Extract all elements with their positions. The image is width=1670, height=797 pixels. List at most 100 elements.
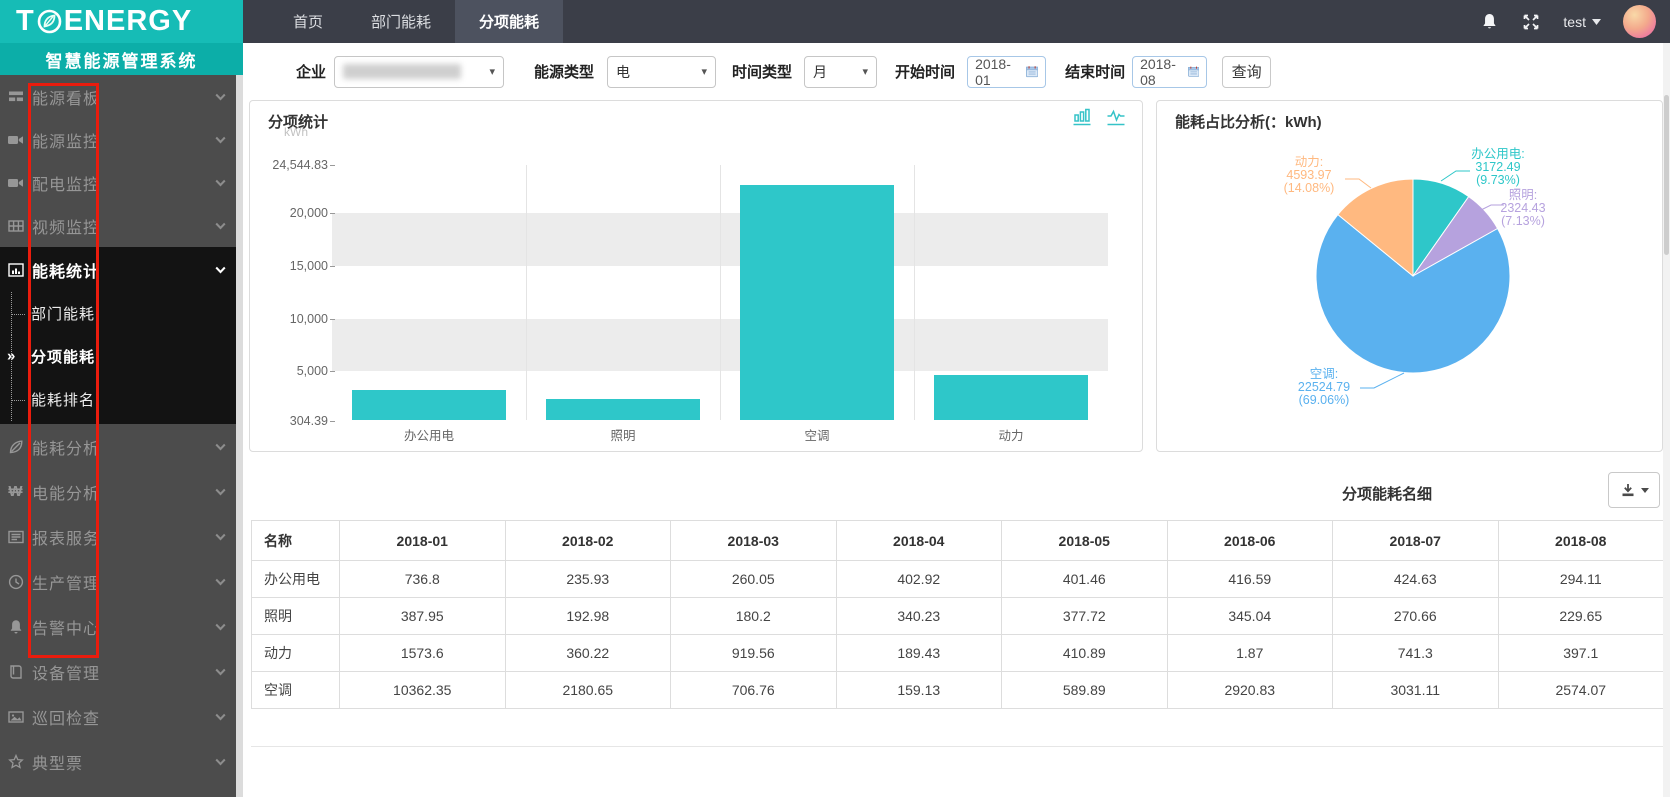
table-row: 动力1573.6360.22919.56189.43410.891.87741.… [252,635,1664,672]
chevron-down-icon [215,266,226,274]
row-name-cell: 办公用电 [252,561,340,598]
calendar-icon [1026,65,1038,78]
export-button[interactable] [1608,472,1660,508]
sidebar-item-video-monitor[interactable]: 视频监控 [0,204,236,247]
y-tick-mark [330,371,335,372]
value-cell: 10362.35 [340,672,506,709]
value-cell: 260.05 [671,561,837,598]
start-time-input[interactable]: 2018-01 [967,56,1046,88]
x-category-label: 空调 [720,425,914,444]
sidebar-subitem-dept-energy[interactable]: 部门能耗 [0,292,236,335]
time-type-select[interactable]: 月 ▾ [804,56,877,88]
table-row: 照明387.95192.98180.2340.23377.72345.04270… [252,598,1664,635]
value-cell: 706.76 [671,672,837,709]
sidebar-item-energy-monitor[interactable]: 能源监控 [0,118,236,161]
pie-chart: 办公用电:3172.49(9.73%)照明:2324.43(7.13%)空调:2… [1157,101,1662,451]
bar-plot-area [332,165,1108,421]
value-cell: 235.93 [505,561,671,598]
logo-prefix: T [16,5,35,38]
avatar[interactable] [1623,5,1656,38]
line-chart-toggle-icon[interactable] [1104,106,1128,128]
chevron-down-icon [215,758,226,766]
pie-leader-line [1441,171,1470,181]
end-time-input[interactable]: 2018-08 [1132,56,1207,88]
chevron-down-icon [215,93,226,101]
value-cell: 589.89 [1002,672,1168,709]
page-scrollbar[interactable] [1663,43,1670,797]
brand-logo: T ENERGY [0,0,243,43]
camera-icon [7,131,24,148]
grid-line [720,165,721,420]
bar-办公用电 [352,390,506,420]
column-header: 2018-04 [836,521,1002,561]
chevron-down-icon [215,179,226,187]
image-icon [7,708,24,725]
energy-ratio-panel: 能耗占比分析(：kWh) 办公用电:3172.49(9.73%)照明:2324.… [1156,100,1663,452]
bell-icon[interactable] [1479,12,1499,32]
sidebar-subitem-energy-ranking[interactable]: 能耗排名 [0,378,236,421]
chevron-down-icon [215,533,226,541]
chevron-down-icon [215,136,226,144]
chevron-down-icon [215,443,226,451]
chevron-down-icon [215,578,226,586]
sidebar-item-energy-analysis[interactable]: 能耗分析 [0,424,236,469]
user-menu[interactable]: test [1563,14,1601,30]
pie-label-办公用电: 办公用电:3172.49(9.73%) [1471,146,1524,187]
chevron-down-icon [215,488,226,496]
sidebar-item-patrol-inspection[interactable]: 巡回检查 [0,694,236,739]
sidebar-item-report-service[interactable]: 报表服务 [0,514,236,559]
value-cell: 377.72 [1002,598,1168,635]
y-tick-mark [330,165,335,166]
time-type-label: 时间类型 [732,61,792,82]
bar-动力 [934,375,1088,420]
filter-bar: 企业 ▾ 能源类型 电 ▾ 时间类型 月 ▾ 开始时间 2018-01 结束时间… [243,43,1670,100]
star-icon [7,753,24,770]
row-name-cell: 空调 [252,672,340,709]
tab-department-energy[interactable]: 部门能耗 [347,0,455,43]
caret-down-icon: ▾ [702,65,708,78]
value-cell: 736.8 [340,561,506,598]
dashboard-icon [7,88,24,105]
chart-image-icon [7,261,24,278]
clock-icon [7,573,24,590]
y-tick-mark [330,421,335,422]
table-row: 办公用电736.8235.93260.05402.92401.46416.594… [252,561,1664,598]
tab-home[interactable]: 首页 [269,0,347,43]
download-icon [1620,483,1636,498]
sidebar-item-power-analysis[interactable]: ₩电能分析 [0,469,236,514]
sidebar-item-alarm-center[interactable]: 告警中心 [0,604,236,649]
sidebar-item-energy-stats[interactable]: 能耗统计 [0,247,236,292]
time-type-value: 月 [813,62,827,82]
fullscreen-icon[interactable] [1521,12,1541,32]
column-header: 2018-07 [1333,521,1499,561]
tab-subentry-energy[interactable]: 分项能耗 [455,0,563,43]
y-tick-mark [330,213,335,214]
value-cell: 741.3 [1333,635,1499,672]
x-category-label: 照明 [526,425,720,444]
company-label: 企业 [296,61,326,82]
sidebar-item-production-mgmt[interactable]: 生产管理 [0,559,236,604]
app-root: T ENERGY 智慧能源管理系统 首页 部门能耗 分项能耗 test 能源看 [0,0,1670,797]
column-header: 2018-05 [1002,521,1168,561]
sidebar-subitem-subentry-energy[interactable]: »分项能耗 [0,335,236,378]
sidebar-scrollbar[interactable] [236,75,243,797]
y-tick-label: 10,000 [252,312,328,326]
sidebar-item-power-monitor[interactable]: 配电监控 [0,161,236,204]
sidebar-item-energy-dashboard[interactable]: 能源看板 [0,75,236,118]
film-icon [7,217,24,234]
grid-line [914,165,915,420]
table-header-row: 名称2018-012018-022018-032018-042018-05201… [252,521,1664,561]
sidebar-item-device-mgmt[interactable]: 设备管理 [0,649,236,694]
page-scrollbar-thumb[interactable] [1664,95,1669,255]
detail-table-title: 分项能耗名细 [1342,483,1432,504]
bar-chart-toggle-icon[interactable] [1070,106,1094,128]
sidebar-item-typical-ticket[interactable]: 典型票 [0,739,236,784]
value-cell: 416.59 [1167,561,1333,598]
energy-type-select[interactable]: 电 ▾ [607,56,716,88]
query-button[interactable]: 查询 [1222,56,1271,88]
y-axis-unit: kWh [284,125,308,139]
company-select[interactable]: ▾ [334,56,504,88]
value-cell: 2180.65 [505,672,671,709]
value-cell: 3031.11 [1333,672,1499,709]
leaf-icon [7,438,24,455]
